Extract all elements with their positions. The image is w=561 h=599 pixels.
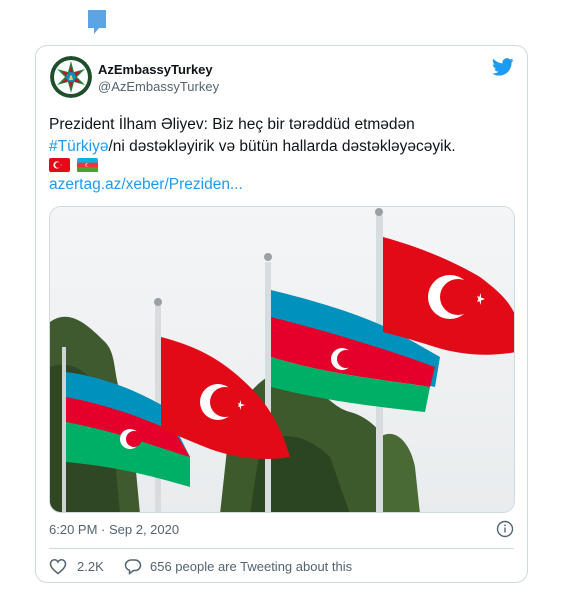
azerbaijan-flag-icon	[77, 157, 99, 172]
embassy-emblem-icon	[50, 56, 92, 98]
turkey-flag-icon	[49, 157, 70, 172]
hashtag-link[interactable]: #Türkiyə	[49, 138, 108, 155]
account-handle[interactable]: @AzEmbassyTurkey	[98, 79, 219, 94]
tweeting-about-link[interactable]: 656 people are Tweeting about this	[124, 558, 352, 575]
info-icon[interactable]	[496, 520, 514, 538]
tweet-timestamp[interactable]: 6:20 PM · Sep 2, 2020	[49, 522, 179, 537]
like-button[interactable]: 2.2K	[49, 558, 104, 575]
tweet-text: Prezident İlham Əliyev: Biz heç bir tərə…	[49, 114, 517, 158]
bookmark-icon	[88, 10, 106, 34]
flags-photo-image	[50, 207, 514, 512]
heart-icon	[49, 559, 67, 575]
display-name[interactable]: AzEmbassyTurkey	[98, 62, 213, 77]
twitter-bird-icon[interactable]	[492, 58, 514, 76]
tweeting-about-text: 656 people are Tweeting about this	[150, 559, 353, 574]
avatar[interactable]	[50, 56, 92, 98]
flag-emojis	[49, 156, 101, 172]
divider	[49, 548, 514, 549]
like-count: 2.2K	[77, 559, 104, 574]
tweet-text-after: /ni dəstəkləyirik və bütün hallarda dəst…	[108, 138, 456, 155]
tweet-photo[interactable]	[49, 206, 515, 513]
article-link[interactable]: azertag.az/xeber/Preziden...	[49, 176, 243, 194]
tweet-text-before: Prezident İlham Əliyev: Biz heç bir tərə…	[49, 116, 415, 133]
speech-bubble-icon	[124, 559, 142, 575]
tweet-card[interactable]: AzEmbassyTurkey @AzEmbassyTurkey Prezide…	[35, 45, 528, 583]
